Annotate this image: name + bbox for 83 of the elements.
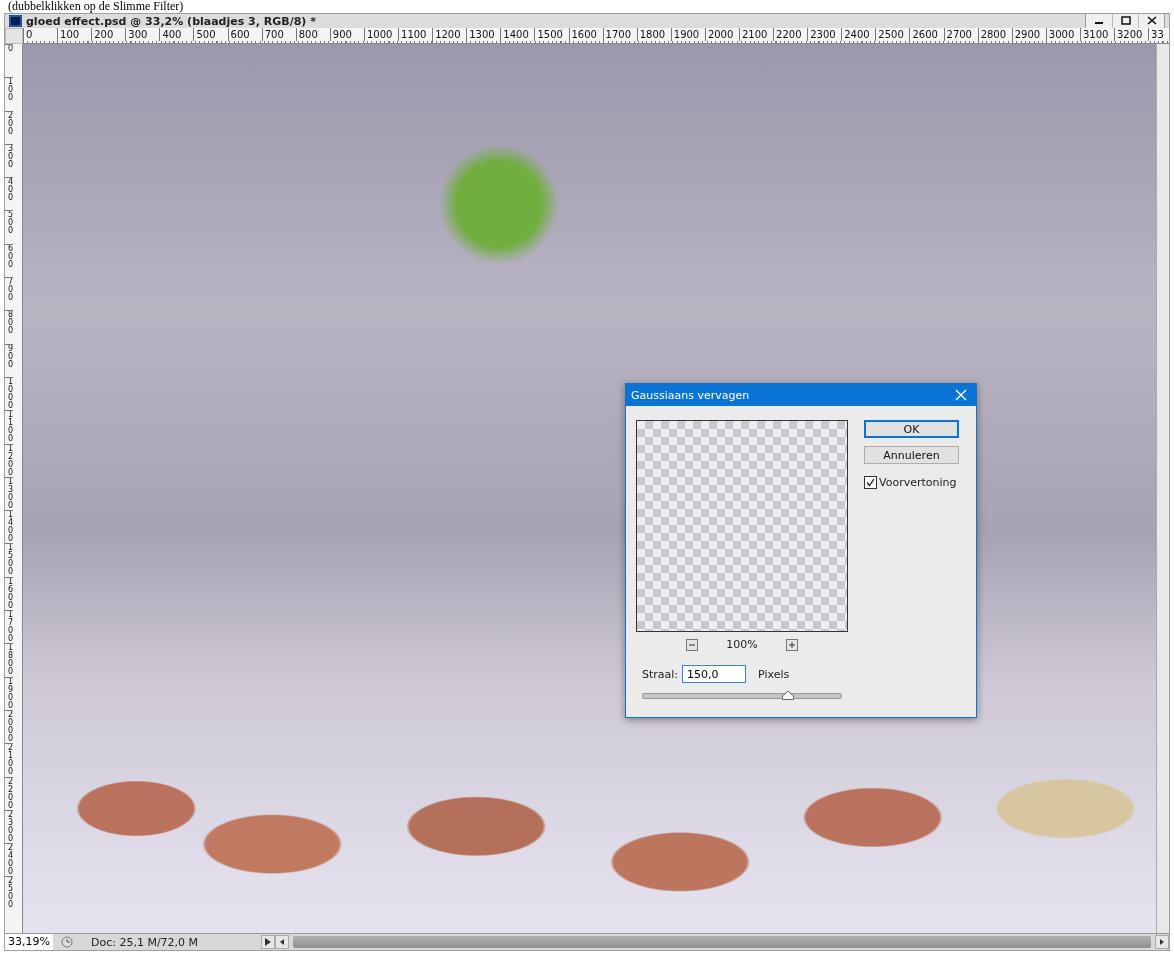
ruler-label: 1300 [5, 476, 13, 511]
ruler-label: 2400 [841, 28, 876, 41]
radius-label: Straal: [642, 667, 679, 681]
unit-label: Pixels [758, 667, 790, 681]
app-icon [9, 15, 22, 27]
ruler-label: 1000 [5, 376, 13, 411]
ruler-label: 3100 [1079, 28, 1114, 41]
ruler-label: 3000 [1045, 28, 1080, 41]
ruler-label: 500 [5, 210, 13, 244]
maximize-icon [1120, 16, 1131, 25]
ruler-label: 600 [5, 243, 13, 278]
ruler-label: 300 [5, 143, 13, 178]
ruler-label: 1600 [568, 28, 603, 41]
ruler-label: 300 [125, 28, 160, 41]
ruler-label: 2300 [5, 809, 13, 844]
ruler-label: 1500 [534, 28, 569, 41]
ruler-label: 500 [193, 28, 228, 41]
ruler-label: 2200 [773, 28, 808, 41]
ruler-label: 2600 [909, 28, 944, 41]
ruler-label: 2800 [977, 28, 1012, 41]
ruler-label: 2000 [5, 709, 13, 744]
arrow-right-icon [1160, 939, 1164, 945]
zoom-field[interactable]: 33,19% [5, 934, 53, 950]
zoom-level: 100% [726, 638, 758, 651]
ruler-label: 800 [5, 310, 13, 344]
scroll-right-button[interactable] [1155, 935, 1169, 949]
ruler-label: 100 [57, 28, 92, 41]
ruler-label: 2400 [5, 843, 13, 877]
checkbox[interactable] [864, 476, 877, 489]
ruler-label: 1100 [5, 410, 13, 444]
ruler-label: 33 [1148, 28, 1169, 41]
radius-input[interactable]: 150,0 [682, 665, 747, 683]
ruler-label: 600 [227, 28, 262, 41]
ruler-label: 400 [159, 28, 194, 41]
slider-thumb[interactable] [781, 691, 794, 700]
plus-icon [787, 640, 796, 649]
ruler-label: 0 [5, 44, 13, 78]
ruler-label: 700 [261, 28, 296, 41]
menu-arrow-button[interactable] [260, 935, 275, 949]
ruler-label: 1800 [636, 28, 671, 41]
ruler-label: 1700 [602, 28, 637, 41]
document-size: Doc: 25,1 M/72,0 M [89, 935, 200, 949]
ruler-label: 900 [329, 28, 364, 41]
ruler-label: 2500 [5, 876, 13, 910]
ruler-label: 2000 [704, 28, 739, 41]
ruler-label: 1200 [5, 443, 13, 477]
ruler-label: 1900 [670, 28, 705, 41]
arrow-left-icon [279, 939, 284, 945]
ruler-label: 2200 [5, 776, 13, 810]
close-icon [955, 389, 967, 401]
ruler-label: 1800 [5, 643, 13, 677]
ruler-label: 2300 [807, 28, 842, 41]
ruler-label: 900 [5, 343, 13, 377]
ruler-label: 1900 [5, 676, 13, 710]
zoom-out-button[interactable] [686, 638, 699, 651]
ruler-label: 700 [5, 277, 13, 311]
horizontal-scrollbar[interactable] [292, 936, 1151, 948]
ruler-label: 2100 [738, 28, 774, 41]
ruler-label: 1700 [5, 610, 13, 644]
ruler-label: 1100 [398, 28, 433, 41]
ruler-label: 400 [5, 177, 13, 211]
ruler-label: 3200 [1114, 28, 1149, 41]
ruler-label: 2100 [5, 743, 13, 777]
ruler-label: 2900 [1011, 28, 1046, 41]
checkbox-label: Voorvertoning [879, 476, 957, 489]
dialog-button[interactable]: OK [864, 420, 959, 438]
dialog-title: Gaussiaans vervagen [631, 388, 750, 402]
ruler-label: 1500 [5, 543, 13, 577]
vertical-scrollbar[interactable] [1156, 44, 1169, 933]
ruler-label: 1000 [363, 28, 399, 41]
ruler-label: 200 [91, 28, 126, 41]
radius-slider[interactable] [642, 693, 842, 699]
ruler-label: 800 [295, 28, 330, 41]
ruler-label: 200 [5, 110, 13, 144]
ruler-label: 1400 [5, 510, 13, 544]
dialog-button[interactable]: Annuleren [864, 446, 959, 464]
zoom-in-button[interactable] [785, 638, 798, 651]
window-title: gloed effect.psd @ 33,2% (blaadjes 3, RGB/8) * [26, 14, 316, 28]
close-icon [1146, 16, 1157, 25]
caption-text: (dubbelklikken op de Slimme Filter) [7, 0, 185, 13]
ruler-label: 100 [5, 77, 13, 111]
ruler-label: 1600 [5, 576, 13, 611]
triangle-right-icon [264, 938, 271, 946]
